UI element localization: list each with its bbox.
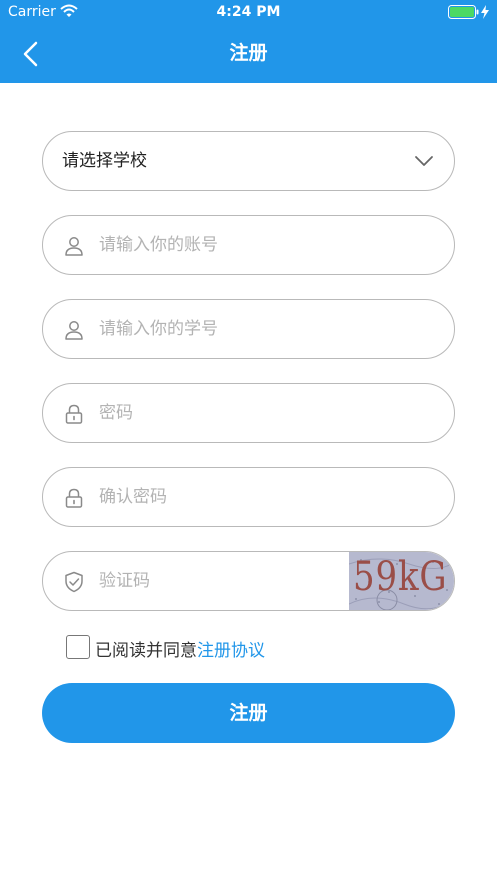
password-field <box>42 383 455 443</box>
battery-icon <box>448 5 489 19</box>
password-input[interactable] <box>99 384 429 442</box>
agreement-text: 已阅读并同意注册协议 <box>95 636 265 661</box>
app-header: Carrier 4:24 PM 注册 <box>0 0 497 83</box>
user-icon <box>65 321 83 340</box>
student-id-input[interactable] <box>99 300 429 358</box>
confirm-password-field <box>42 467 455 527</box>
school-select-value: 请选择学校 <box>62 151 147 171</box>
account-field <box>42 215 455 275</box>
school-select[interactable]: 请选择学校 <box>42 131 455 191</box>
chevron-left-icon <box>23 41 38 67</box>
confirm-password-input[interactable] <box>99 468 429 526</box>
student-id-field <box>42 299 455 359</box>
nav-bar: 注册 <box>0 26 497 83</box>
register-button[interactable]: 注册 <box>42 683 455 743</box>
lock-icon <box>65 404 83 424</box>
account-input[interactable] <box>99 216 429 274</box>
agreement-checkbox[interactable] <box>66 635 90 659</box>
user-icon <box>65 237 83 256</box>
agreement-prefix: 已阅读并同意 <box>95 641 197 661</box>
status-bar: Carrier 4:24 PM <box>0 0 497 26</box>
captcha-text: 59kG <box>353 554 448 600</box>
captcha-input[interactable] <box>99 552 339 610</box>
lock-icon <box>65 488 83 508</box>
charging-bolt-icon <box>481 5 489 19</box>
agreement-link[interactable]: 注册协议 <box>197 641 265 661</box>
captcha-image[interactable]: 59kG <box>349 552 454 610</box>
back-button[interactable] <box>16 38 46 70</box>
page-title: 注册 <box>229 42 268 64</box>
shield-check-icon <box>65 571 83 593</box>
status-time: 4:24 PM <box>216 4 281 20</box>
chevron-down-icon <box>415 156 433 166</box>
captcha-field: 59kG <box>42 551 455 611</box>
